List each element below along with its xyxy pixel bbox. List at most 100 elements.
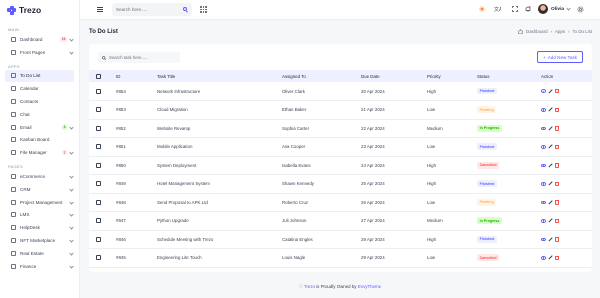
footer-owner[interactable]: EnvyTheme <box>358 284 381 289</box>
fullscreen-icon[interactable] <box>512 6 518 12</box>
edit-icon[interactable] <box>548 181 553 186</box>
theme-toggle-icon[interactable] <box>479 6 485 12</box>
view-icon[interactable] <box>541 108 546 112</box>
edit-icon[interactable] <box>548 237 553 242</box>
sidebar-item-lms[interactable]: LMS <box>0 209 79 222</box>
view-icon[interactable] <box>541 163 546 167</box>
view-icon[interactable] <box>541 200 546 204</box>
delete-icon[interactable] <box>555 88 560 94</box>
task-due-date: 20 Apr 2024 <box>361 88 385 94</box>
edit-icon[interactable] <box>548 126 553 131</box>
table-row: #845 Engineering Lite Touch Louis Nagle 29 … <box>89 249 592 267</box>
task-id: #850 <box>116 162 126 168</box>
sidebar-item-email[interactable]: Email 3 <box>0 121 79 134</box>
row-checkbox[interactable] <box>96 107 101 113</box>
breadcrumb-dashboard[interactable]: Dashboard <box>526 29 547 34</box>
row-checkbox[interactable] <box>96 236 101 242</box>
view-icon[interactable] <box>541 145 546 149</box>
search-icon[interactable] <box>183 7 187 11</box>
edit-icon[interactable] <box>548 255 553 260</box>
chat-icon <box>11 111 16 117</box>
topbar: 文A Olivia <box>80 0 600 20</box>
footer-brand[interactable]: Trezo <box>304 284 315 289</box>
view-icon[interactable] <box>541 89 546 93</box>
settings-gear-icon[interactable] <box>577 6 584 13</box>
delete-icon[interactable] <box>555 200 560 205</box>
menu-toggle-icon[interactable] <box>97 7 103 12</box>
sidebar-item-file-manager[interactable]: File Manager 7 <box>0 146 79 159</box>
add-new-task-button[interactable]: + Add New Task <box>537 51 583 63</box>
delete-icon[interactable] <box>555 144 560 149</box>
delete-icon[interactable] <box>555 255 560 260</box>
delete-icon[interactable] <box>555 163 560 168</box>
sidebar-item-label: NFT Marketplace <box>20 238 56 244</box>
breadcrumb-apps[interactable]: Apps <box>555 29 565 34</box>
user-menu[interactable]: Olivia <box>538 4 571 14</box>
edit-icon[interactable] <box>548 163 553 168</box>
search-input[interactable] <box>116 7 176 12</box>
edit-icon[interactable] <box>548 218 553 223</box>
sidebar-item-label: File Manager <box>20 150 47 156</box>
sidebar-item-project-management[interactable]: Project Management <box>0 196 79 209</box>
row-checkbox[interactable] <box>96 88 101 94</box>
task-title: Python Upgrade <box>157 218 189 224</box>
row-checkbox[interactable] <box>96 181 101 187</box>
row-checkbox[interactable] <box>96 199 101 205</box>
delete-icon[interactable] <box>555 218 560 223</box>
chevron-down-icon <box>69 187 74 192</box>
edit-icon[interactable] <box>548 144 553 149</box>
sidebar-item-kanban-board[interactable]: Kanban Board <box>0 134 79 147</box>
kanban-icon <box>11 137 16 143</box>
edit-icon[interactable] <box>548 200 553 205</box>
sidebar-item-finance[interactable]: Finance <box>0 260 79 273</box>
col-due-date: Due Date <box>361 73 380 79</box>
logo-text: Trezo <box>19 5 42 15</box>
sidebar-item-calendar[interactable]: Calendar <box>0 82 79 95</box>
delete-icon[interactable] <box>555 126 560 131</box>
language-icon[interactable]: 文A <box>494 6 501 12</box>
task-search-input[interactable] <box>109 55 174 60</box>
delete-icon[interactable] <box>555 107 560 112</box>
apps-grid-icon[interactable] <box>200 6 207 13</box>
delete-icon[interactable] <box>555 237 560 242</box>
chevron-down-icon <box>69 125 74 130</box>
status-badge: Pending <box>477 198 497 206</box>
select-all-checkbox[interactable] <box>96 73 101 79</box>
sidebar-item-nft-marketplace[interactable]: NFT Marketplace <box>0 234 79 247</box>
edit-icon[interactable] <box>548 88 553 94</box>
row-checkbox[interactable] <box>96 144 101 150</box>
row-checkbox[interactable] <box>96 255 101 261</box>
view-icon[interactable] <box>541 256 546 260</box>
sidebar-item-front-pages[interactable]: Front Pages <box>0 46 79 59</box>
edit-icon[interactable] <box>548 107 553 112</box>
sidebar-item-contacts[interactable]: Contacts <box>0 95 79 108</box>
task-priority: Low <box>427 255 436 261</box>
view-icon[interactable] <box>541 182 546 186</box>
notification-bell-icon[interactable] <box>525 6 531 12</box>
row-checkbox[interactable] <box>96 218 101 224</box>
sidebar-item-to-do-list[interactable]: To Do List <box>5 69 74 83</box>
table-row: #850 System Deployment Isabella Evans 24 Ap… <box>89 156 592 175</box>
logo[interactable]: Trezo <box>0 0 79 20</box>
task-title: Mobile Application <box>157 144 193 150</box>
view-icon[interactable] <box>541 126 546 130</box>
view-icon[interactable] <box>541 219 546 223</box>
row-checkbox[interactable] <box>96 125 101 131</box>
sidebar-item-chat[interactable]: Chat <box>0 108 79 121</box>
sidebar-item-crm[interactable]: CRM <box>0 183 79 196</box>
task-due-date: 29 Apr 2024 <box>361 255 385 261</box>
table-row: #847 Python Upgrade Juli Johnson 27 Apr 202… <box>89 212 592 230</box>
sidebar-item-label: Chat <box>20 111 30 117</box>
row-actions <box>541 107 592 112</box>
helpdesk-icon <box>11 225 16 231</box>
sidebar-item-real-estate[interactable]: Real Estate <box>0 247 79 260</box>
sidebar-item-ecommerce[interactable]: eCommerce <box>0 170 79 183</box>
sidebar-item-dashboard[interactable]: Dashboard 16 <box>0 33 79 46</box>
view-icon[interactable] <box>541 237 546 241</box>
sidebar-item-helpdesk[interactable]: HelpDesk <box>0 221 79 234</box>
row-actions <box>541 218 592 223</box>
task-id: #851 <box>116 144 126 150</box>
sidebar-item-label: Real Estate <box>20 250 44 256</box>
row-checkbox[interactable] <box>96 162 101 168</box>
delete-icon[interactable] <box>555 181 560 186</box>
